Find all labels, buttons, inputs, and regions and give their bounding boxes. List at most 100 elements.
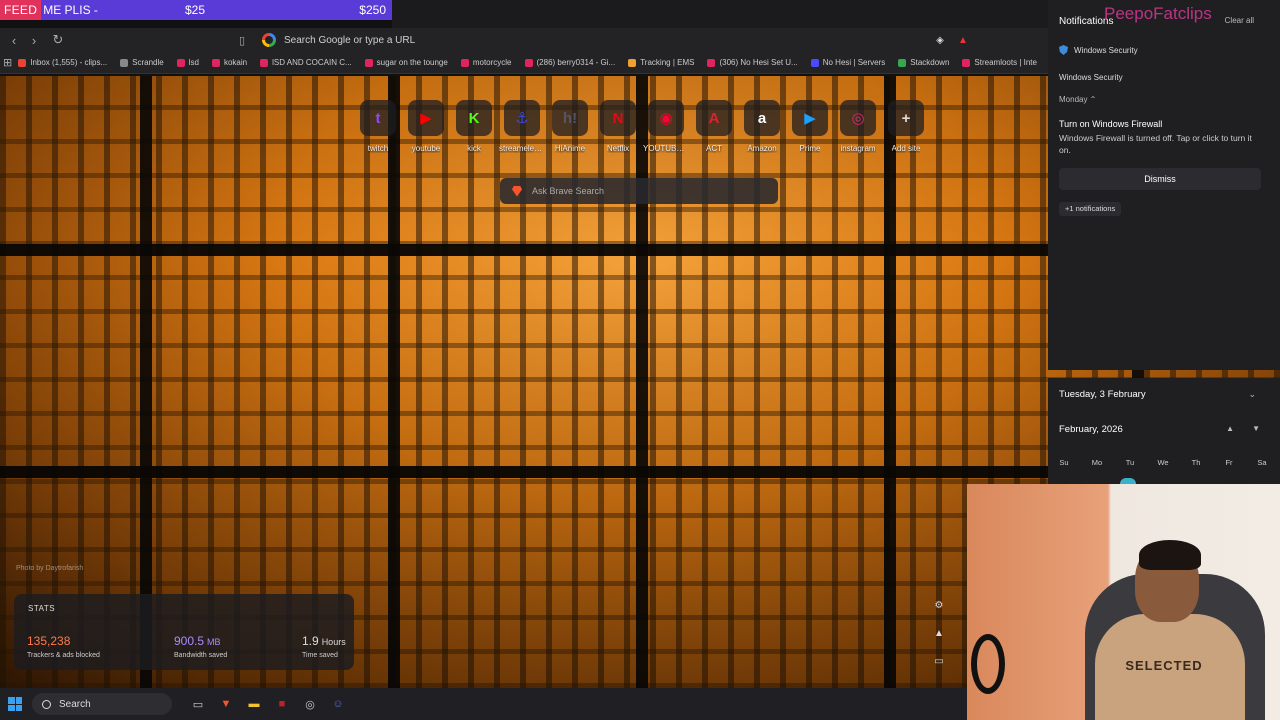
top-site-hianime[interactable]: h! HiAnime xyxy=(546,100,594,153)
bookmark-item[interactable]: (286) berry0314 - Gi... xyxy=(524,58,616,67)
bookmark-item[interactable]: (306) No Hesi Set U... xyxy=(707,58,798,67)
webcam-feed: SELECTED xyxy=(967,484,1280,720)
top-site-youtube[interactable]: ◉ YOUTUBE ... xyxy=(642,100,690,153)
favicon-icon xyxy=(460,58,469,67)
site-logo-icon: a xyxy=(744,100,780,136)
bookmark-item[interactable]: Streamloots | Inte xyxy=(962,58,1037,67)
bookmark-label: (306) No Hesi Set U... xyxy=(719,58,798,67)
site-logo-icon: ▶ xyxy=(408,100,444,136)
top-site-streamelem[interactable]: ⚓ streamelem... xyxy=(498,100,546,153)
bookmark-item[interactable]: Stackdown xyxy=(898,58,949,67)
site-label: ACT xyxy=(706,144,722,153)
discord-icon[interactable]: ☺ xyxy=(327,693,349,715)
top-site-kick[interactable]: Kkick xyxy=(450,100,498,153)
bandwidth-unit: MB xyxy=(207,637,221,647)
address-bar[interactable]: Search Google or type a URL xyxy=(256,30,976,50)
top-site-netflix[interactable]: N Netflix xyxy=(594,100,642,153)
top-site-youtube[interactable]: ▶ youtube xyxy=(402,100,450,153)
bookmark-label: lSD AND COCAIN C... xyxy=(272,58,352,67)
bookmark-label: motorcycle xyxy=(472,58,512,67)
photo-credit[interactable]: Photo by Daytrofarish xyxy=(16,565,83,572)
bookmark-icon[interactable]: ▯ xyxy=(232,30,252,50)
shield-icon xyxy=(1059,45,1068,55)
more-notifications-button[interactable]: +1 notifications xyxy=(1059,202,1122,216)
shirt-text: SELECTED xyxy=(1125,658,1203,673)
bookmark-item[interactable]: motorcycle xyxy=(460,58,512,67)
bookmark-item[interactable]: sugar on the tounge xyxy=(364,58,448,67)
trackers-stat: 135,238 Trackers & ads blocked xyxy=(27,632,100,659)
windows-start-icon[interactable] xyxy=(8,697,22,711)
taskbar: Search ▭ ▼ ▬ ■ ◎ ☺ xyxy=(0,688,967,720)
search-icon xyxy=(42,699,51,709)
site-logo-icon: ◉ xyxy=(648,100,684,136)
favicon-icon xyxy=(364,58,373,67)
top-site-act[interactable]: A ACT xyxy=(690,100,738,153)
bandwidth-caption: Bandwidth saved xyxy=(174,652,228,659)
back-arrow-icon[interactable]: ‹ xyxy=(4,30,24,50)
favicon-icon xyxy=(18,58,27,67)
brave-rewards-icon[interactable]: ▲ xyxy=(953,30,973,50)
chevron-down-icon[interactable]: ⌄ xyxy=(1248,389,1256,400)
favicon-icon xyxy=(260,58,269,67)
file-explorer-icon[interactable]: ▬ xyxy=(243,693,265,715)
donation-current: $25 xyxy=(185,3,206,17)
notification-body[interactable]: Windows Firewall is turned off. Tap or c… xyxy=(1059,132,1259,156)
site-label: twitch xyxy=(367,144,389,153)
apps-grid-icon[interactable]: ⊞ xyxy=(3,53,12,73)
top-site-amazon[interactable]: a Amazon xyxy=(738,100,786,153)
notification-time[interactable]: Monday ⌃ xyxy=(1059,95,1096,104)
google-icon xyxy=(262,33,276,47)
top-site-prime[interactable]: ▶ Prime xyxy=(786,100,834,153)
bookmark-item[interactable]: Inbox (1,555) - clips... xyxy=(18,58,107,67)
steering-icon[interactable]: ◎ xyxy=(299,693,321,715)
prev-month-icon[interactable]: ▲ xyxy=(1226,424,1234,433)
top-site-add-site[interactable]: + Add site xyxy=(882,100,930,153)
brave-search-placeholder: Ask Brave Search xyxy=(532,186,605,196)
bandwidth-value: 900.5 xyxy=(174,634,205,648)
brave-search-box[interactable]: Ask Brave Search xyxy=(500,178,778,204)
brave-icon[interactable]: ▼ xyxy=(215,693,237,715)
site-label: instagram xyxy=(840,144,876,153)
calendar-date: Tuesday, 3 February xyxy=(1059,389,1146,400)
next-month-icon[interactable]: ▼ xyxy=(1252,424,1260,433)
trackers-value: 135,238 xyxy=(27,634,71,648)
site-logo-icon: + xyxy=(888,100,924,136)
notification-title[interactable]: Turn on Windows Firewall xyxy=(1059,119,1162,129)
bookmark-item[interactable]: Scrandle xyxy=(120,58,164,67)
bookmark-item[interactable]: Tracking | EMS xyxy=(628,58,694,67)
bookmark-label: Scrandle xyxy=(132,58,164,67)
brave-news-icon[interactable]: ▲ xyxy=(932,628,946,642)
site-logo-icon: A xyxy=(696,100,732,136)
stats-title: STATS xyxy=(28,604,56,613)
favicon-icon xyxy=(898,58,907,67)
bookmark-label: (286) berry0314 - Gi... xyxy=(536,58,616,67)
top-site-twitch[interactable]: t twitch xyxy=(354,100,402,153)
weekday-label: Mo xyxy=(1091,458,1103,467)
taskbar-search[interactable]: Search xyxy=(32,693,172,715)
bookmark-item[interactable]: lsd xyxy=(176,58,199,67)
dismiss-button[interactable]: Dismiss xyxy=(1059,168,1261,190)
clear-all-button[interactable]: Clear all xyxy=(1225,16,1254,25)
settings-icon[interactable]: ⚙ xyxy=(932,600,946,614)
bookmark-label: kokain xyxy=(223,58,248,67)
site-logo-icon: ⚓ xyxy=(504,100,540,136)
channel-watermark: PeepoFatclips xyxy=(1104,4,1212,23)
task-view-icon[interactable]: ▭ xyxy=(187,693,209,715)
top-site-instagram[interactable]: ◎ instagram xyxy=(834,100,882,153)
app-red-icon[interactable]: ■ xyxy=(271,693,293,715)
notification-group: Windows Security xyxy=(1059,73,1123,82)
calendar-month[interactable]: February, 2026 xyxy=(1059,424,1123,435)
bookmark-item[interactable]: No Hesi | Servers xyxy=(810,58,886,67)
forward-arrow-icon[interactable]: › xyxy=(24,30,44,50)
reload-icon[interactable]: ↻ xyxy=(48,30,68,50)
bookmark-item[interactable]: kokain xyxy=(211,58,248,67)
customize-icon[interactable]: ▭ xyxy=(932,656,946,670)
site-logo-icon: ▶ xyxy=(792,100,828,136)
taskbar-apps: ▭ ▼ ▬ ■ ◎ ☺ xyxy=(184,693,352,715)
notification-app-name: Windows Security xyxy=(1074,45,1138,55)
bookmark-item[interactable]: lSD AND COCAIN C... xyxy=(260,58,352,67)
weekday-label: Fr xyxy=(1225,458,1233,467)
bookmark-label: No Hesi | Servers xyxy=(822,58,886,67)
site-label: streamelem... xyxy=(499,144,545,153)
brave-shield-icon[interactable]: ◈ xyxy=(930,30,950,50)
